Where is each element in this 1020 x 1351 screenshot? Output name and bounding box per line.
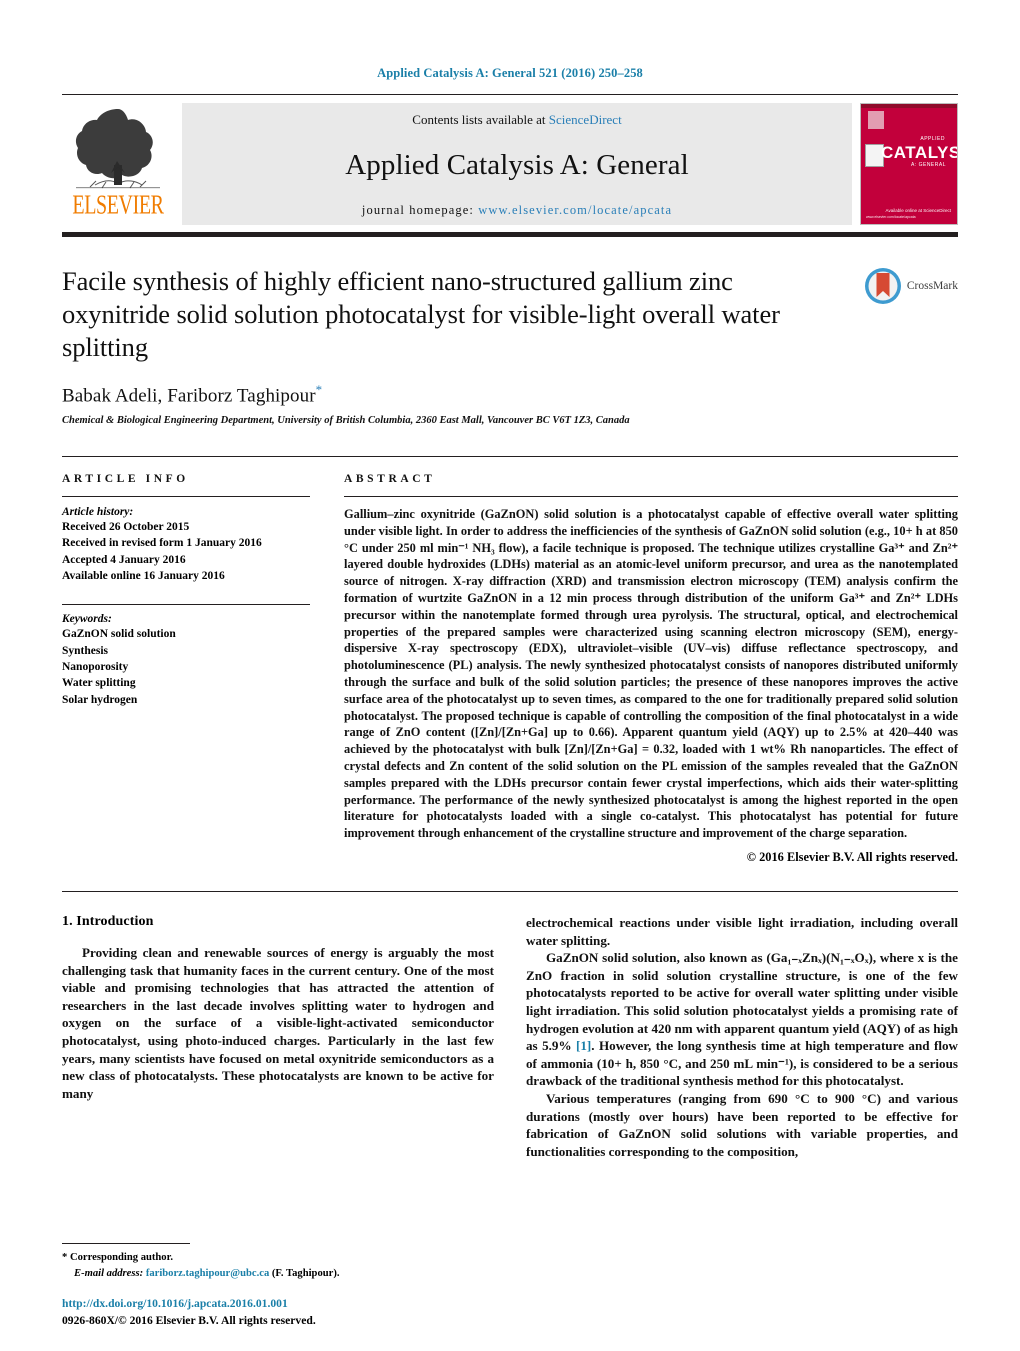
email-label: E-mail address: <box>74 1267 144 1279</box>
article-history-label: Article history: <box>62 505 134 518</box>
cover-top-bar <box>861 104 957 108</box>
abstract-heading: ABSTRACT <box>344 472 436 485</box>
footnote-rule <box>62 1243 190 1245</box>
elsevier-wordmark: ELSEVIER <box>72 190 164 221</box>
author-list: Babak Adeli, Fariborz Taghipour* <box>62 382 832 407</box>
page-title: Facile synthesis of highly efficient nan… <box>62 265 780 363</box>
cover-footer-url: www.elsevier.com/locate/apcata <box>866 215 916 219</box>
keyword-item: Water splitting <box>62 677 136 690</box>
cover-superscript: APPLIED <box>920 136 945 142</box>
article-page: Applied Catalysis A: General 521 (2016) … <box>0 0 1020 1351</box>
body-paragraph: Providing clean and renewable sources of… <box>62 944 494 1101</box>
history-item: Received 26 October 2015 <box>62 520 190 533</box>
abstract-column: ABSTRACT Gallium–zinc oxynitride (GaZnON… <box>344 473 958 865</box>
footnote-text: * Corresponding author. E-mail address: … <box>62 1250 492 1281</box>
footnote-block: * Corresponding author. E-mail address: … <box>62 1243 492 1281</box>
corresponding-author-note: * Corresponding author. <box>62 1250 492 1265</box>
email-note: E-mail address: fariborz.taghipour@ubc.c… <box>62 1266 492 1281</box>
author-names: Babak Adeli, Fariborz Taghipour <box>62 384 316 406</box>
keywords-rule <box>62 604 310 606</box>
email-suffix: (F. Taghipour). <box>271 1267 340 1279</box>
crossmark-badge[interactable]: CrossMark <box>848 265 958 426</box>
cover-footer-text: Available online at ScienceDirect <box>885 208 951 214</box>
article-history-list: Received 26 October 2015 Received in rev… <box>62 519 310 584</box>
keywords-label: Keywords: <box>62 613 112 626</box>
body-column-left: 1. Introduction Providing clean and rene… <box>62 914 494 1161</box>
contents-prefix: Contents lists available at <box>412 112 549 127</box>
keyword-item: Solar hydrogen <box>62 693 138 706</box>
masthead-divider <box>62 232 958 237</box>
body-columns: 1. Introduction Providing clean and rene… <box>62 914 958 1161</box>
body-paragraph: electrochemical reactions under visible … <box>526 914 958 948</box>
keywords-list: GaZnON solid solution Synthesis Nanoporo… <box>62 626 310 708</box>
info-abstract-section: ARTICLE INFO Article history: Received 2… <box>62 473 958 865</box>
history-item: Available online 16 January 2016 <box>62 569 225 582</box>
article-info-heading: ARTICLE INFO <box>62 472 189 485</box>
body-paragraph: GaZnON solid solution, also known as (Ga… <box>526 949 958 1090</box>
article-info-rule <box>62 495 310 497</box>
corresponding-author-marker: * <box>315 381 323 397</box>
affiliation: Chemical & Biological Engineering Depart… <box>62 414 630 426</box>
contents-line: Contents lists available at ScienceDirec… <box>412 112 621 128</box>
abstract-text: Gallium–zinc oxynitride (GaZnON) solid s… <box>344 506 958 841</box>
paragraph-tail: . However, the long synthesis time at hi… <box>526 1038 958 1089</box>
keyword-item: Nanoporosity <box>62 660 129 673</box>
citation-link[interactable]: [1] <box>576 1038 591 1053</box>
cover-title: CATALYSIS <box>881 143 957 162</box>
keyword-item: GaZnON solid solution <box>62 628 176 641</box>
title-block: Facile synthesis of highly efficient nan… <box>62 265 958 426</box>
history-item: Accepted 4 January 2016 <box>62 553 186 566</box>
doi-link[interactable]: http://dx.doi.org/10.1016/j.apcata.2016.… <box>62 1296 532 1312</box>
homepage-prefix: journal homepage: <box>361 203 479 217</box>
masthead-center: Contents lists available at ScienceDirec… <box>182 103 852 225</box>
abstract-rule <box>344 495 958 497</box>
crossmark-label: CrossMark <box>906 279 958 292</box>
article-info-column: ARTICLE INFO Article history: Received 2… <box>62 473 344 865</box>
sciencedirect-link[interactable]: ScienceDirect <box>549 112 622 127</box>
cover-subscript: A: GENERAL <box>910 162 946 168</box>
keyword-item: Synthesis <box>62 644 109 657</box>
title-divider <box>62 455 958 457</box>
journal-homepage-link[interactable]: www.elsevier.com/locate/apcata <box>478 203 672 217</box>
running-head: Applied Catalysis A: General 521 (2016) … <box>377 66 643 80</box>
section-title-introduction: 1. Introduction <box>62 913 154 929</box>
journal-masthead: ELSEVIER Contents lists available at Sci… <box>62 94 958 225</box>
footnote-marker: * <box>62 1252 68 1264</box>
elsevier-logo: ELSEVIER <box>62 103 174 225</box>
corresponding-author-label: Corresponding author. <box>69 1252 173 1264</box>
doi-block: http://dx.doi.org/10.1016/j.apcata.2016.… <box>62 1296 532 1329</box>
body-column-right: electrochemical reactions under visible … <box>526 914 958 1161</box>
abstract-copyright: © 2016 Elsevier B.V. All rights reserved… <box>746 849 958 864</box>
elsevier-tree-icon <box>75 109 160 189</box>
journal-homepage-line: journal homepage: www.elsevier.com/locat… <box>362 203 672 218</box>
cover-elsevier-mark <box>868 111 884 129</box>
journal-cover-thumbnail: APPLIED CATALYSIS A: GENERAL Available o… <box>860 103 958 225</box>
journal-title: Applied Catalysis A: General <box>345 149 689 181</box>
body-paragraph: Various temperatures (ranging from 690 °… <box>526 1090 958 1159</box>
issn-copyright-line: 0926-860X/© 2016 Elsevier B.V. All right… <box>62 1313 316 1327</box>
body-divider <box>62 890 958 892</box>
history-item: Received in revised form 1 January 2016 <box>62 537 262 550</box>
crossmark-icon <box>864 267 901 304</box>
email-link[interactable]: fariborz.taghipour@ubc.ca <box>146 1268 269 1279</box>
